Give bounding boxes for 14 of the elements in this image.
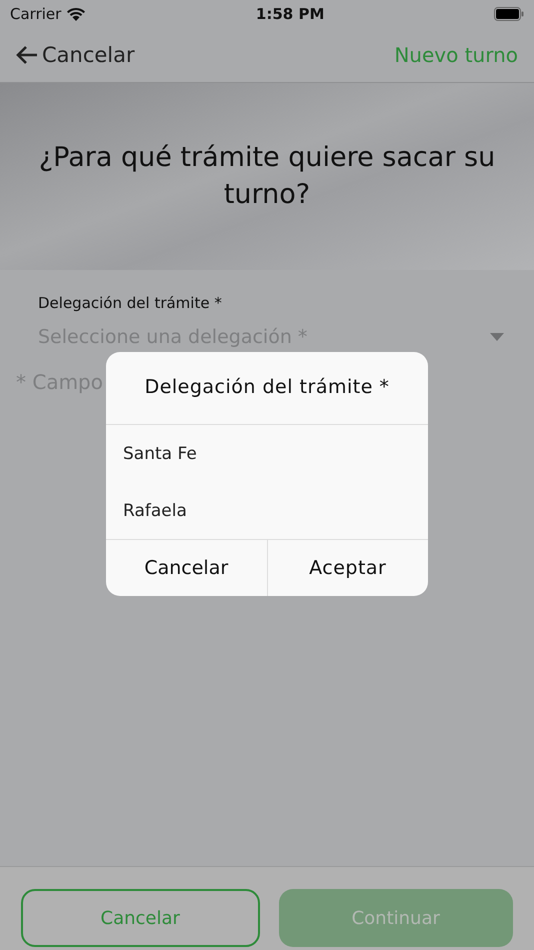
- dialog-title: Delegación del trámite *: [106, 352, 428, 425]
- dialog-button[interactable]: Aceptar: [266, 540, 428, 596]
- back-arrow-icon[interactable]: [16, 45, 38, 65]
- back-button[interactable]: Cancelar: [16, 43, 135, 67]
- screen-title: Nuevo turno: [394, 43, 518, 67]
- option-item[interactable]: Santa Fe: [106, 425, 428, 482]
- status-time: 1:58 PM: [256, 5, 324, 23]
- battery-icon: [494, 7, 524, 21]
- dialog-button[interactable]: Cancelar: [106, 540, 266, 596]
- question-heading: ¿Para qué trámite quiere sacar su turno?: [38, 141, 496, 212]
- option-item[interactable]: Rafaela: [106, 482, 428, 539]
- wifi-icon: [66, 7, 86, 21]
- carrier-name: Carrier: [10, 5, 62, 23]
- field-label: Delegación del trámite *: [38, 294, 223, 312]
